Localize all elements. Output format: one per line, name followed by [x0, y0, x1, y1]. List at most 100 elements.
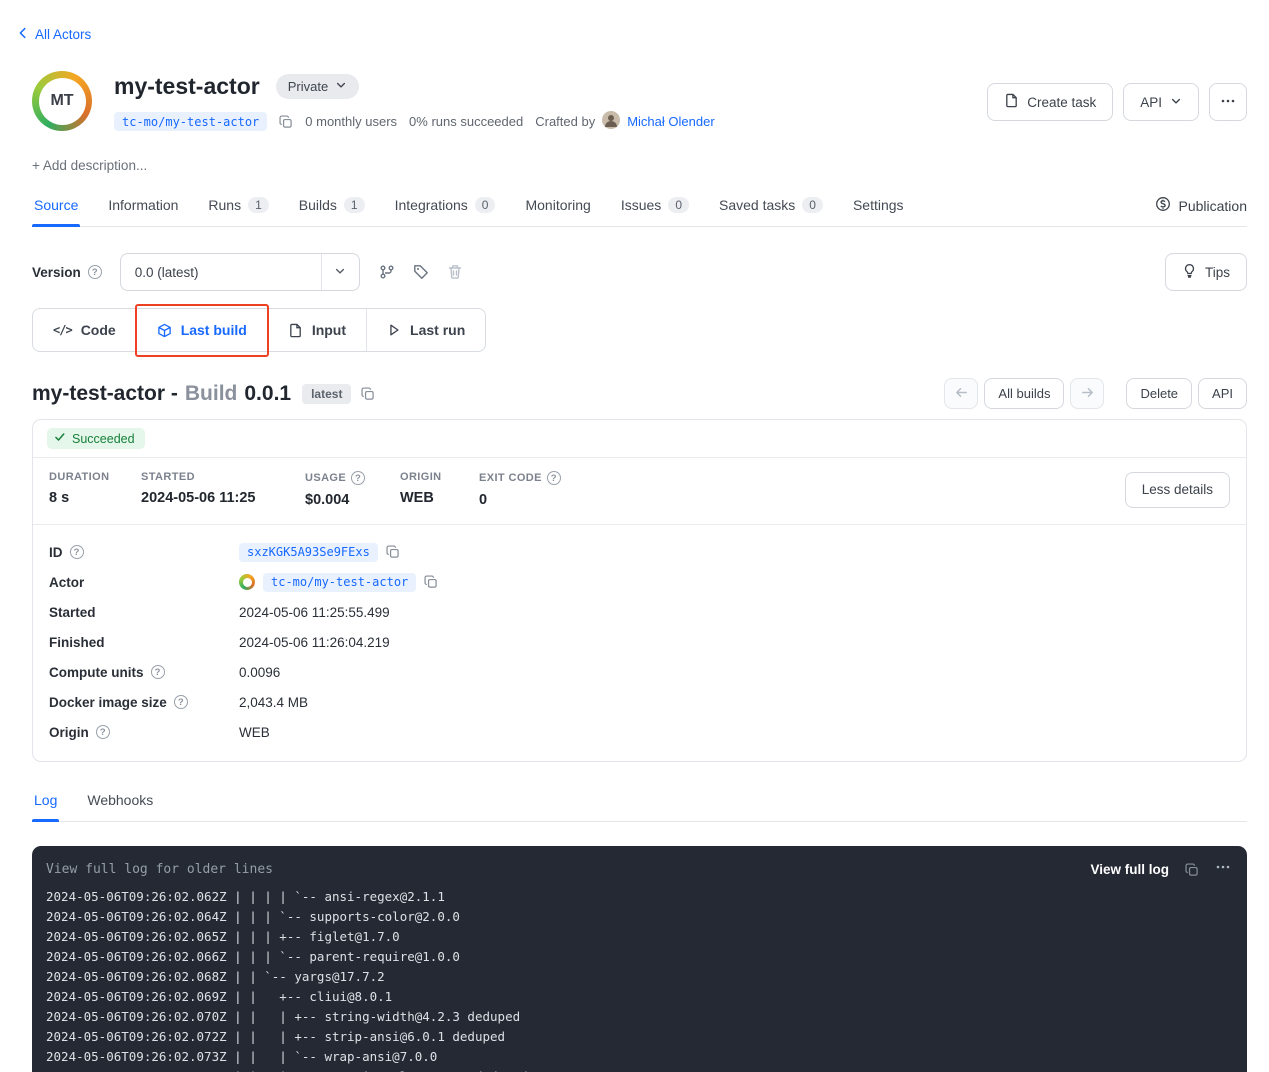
- tab-webhooks[interactable]: Webhooks: [85, 784, 155, 821]
- view-tab-code[interactable]: </> Code: [33, 309, 136, 351]
- more-actions-button[interactable]: [1209, 83, 1247, 121]
- tab-label: Integrations: [395, 197, 468, 213]
- tab-builds[interactable]: Builds1: [297, 189, 367, 226]
- detail-row-finished: Finished2024-05-06 11:26:04.219: [49, 627, 1230, 657]
- log-tab-bar: Log Webhooks: [32, 784, 1247, 822]
- tab-source[interactable]: Source: [32, 189, 80, 226]
- stat-value: 2024-05-06 11:25: [141, 490, 305, 506]
- copy-icon[interactable]: [361, 387, 375, 401]
- view-tab-last-build[interactable]: Last build: [136, 309, 267, 351]
- actor-path-badge[interactable]: tc-mo/my-test-actor: [114, 112, 267, 131]
- id-badge[interactable]: sxzKGK5A93Se9FExs: [239, 543, 378, 562]
- stat-exit-code: EXIT CODE?0: [479, 471, 569, 508]
- delete-build-button[interactable]: Delete: [1126, 378, 1192, 409]
- help-icon[interactable]: ?: [70, 545, 84, 559]
- tab-issues[interactable]: Issues0: [619, 189, 691, 226]
- log-line: 2024-05-06T09:26:02.064Z | | | `-- suppo…: [46, 907, 1231, 927]
- tab-settings[interactable]: Settings: [851, 189, 906, 226]
- tab-integrations[interactable]: Integrations0: [393, 189, 498, 226]
- tab-count-badge: 1: [344, 197, 365, 213]
- help-icon[interactable]: ?: [547, 471, 561, 485]
- cube-icon: [157, 323, 172, 338]
- version-label: Version ?: [32, 265, 102, 280]
- branch-icon[interactable]: [370, 255, 404, 289]
- detail-row-compute-units: Compute units?0.0096: [49, 657, 1230, 687]
- log-line: 2024-05-06T09:26:02.070Z | | | +-- strin…: [46, 1007, 1231, 1027]
- stat-label-text: EXIT CODE: [479, 472, 542, 484]
- api-dropdown-button[interactable]: API: [1123, 83, 1199, 121]
- help-icon[interactable]: ?: [96, 725, 110, 739]
- build-title-actor: my-test-actor -: [32, 382, 178, 406]
- stat-label-text: ORIGIN: [400, 471, 442, 483]
- help-icon[interactable]: ?: [151, 665, 165, 679]
- view-tab-input[interactable]: Input: [267, 309, 366, 351]
- tab-label: Issues: [621, 197, 661, 213]
- copy-icon[interactable]: [424, 575, 438, 589]
- previous-build-button[interactable]: [944, 378, 978, 409]
- log-line: 2024-05-06T09:26:02.073Z | | | `-- wrap-…: [46, 1047, 1231, 1067]
- actor-link-badge[interactable]: tc-mo/my-test-actor: [263, 573, 416, 592]
- author-avatar: [602, 111, 620, 132]
- stats-row-cols: DURATION8 sSTARTED2024-05-06 11:25USAGE?…: [49, 471, 569, 508]
- help-icon[interactable]: ?: [88, 265, 102, 279]
- add-description-link[interactable]: + Add description...: [32, 158, 1247, 173]
- breadcrumb[interactable]: All Actors: [16, 26, 91, 43]
- version-select-value: 0.0 (latest): [121, 265, 321, 280]
- log-line: 2024-05-06T09:26:02.062Z | | | | `-- ans…: [46, 887, 1231, 907]
- copy-icon[interactable]: [386, 545, 400, 559]
- create-task-button[interactable]: Create task: [987, 83, 1113, 121]
- view-tab-label: Input: [312, 322, 346, 338]
- play-icon: [387, 323, 401, 337]
- detail-row-docker-image-size: Docker image size?2,043.4 MB: [49, 687, 1230, 717]
- author-link[interactable]: Michał Olender: [627, 114, 714, 129]
- trash-icon[interactable]: [438, 255, 472, 289]
- tab-monitoring[interactable]: Monitoring: [523, 189, 592, 226]
- build-api-button[interactable]: API: [1198, 378, 1247, 409]
- bulb-icon: [1182, 263, 1197, 281]
- tab-information[interactable]: Information: [106, 189, 180, 226]
- actor-detail-page: All Actors MT my-test-actor Private tc-m…: [0, 0, 1269, 1072]
- all-builds-button[interactable]: All builds: [984, 378, 1064, 409]
- copy-icon[interactable]: [279, 115, 293, 129]
- publication-link[interactable]: Publication: [1155, 196, 1248, 226]
- help-icon[interactable]: ?: [174, 695, 188, 709]
- visibility-dropdown[interactable]: Private: [276, 74, 359, 99]
- ellipsis-icon[interactable]: [1215, 859, 1231, 880]
- version-select[interactable]: 0.0 (latest): [120, 253, 360, 291]
- detail-value-text: 2024-05-06 11:26:04.219: [239, 635, 390, 650]
- tab-runs[interactable]: Runs1: [206, 189, 270, 226]
- detail-label: ID?: [49, 545, 239, 560]
- tab-saved-tasks[interactable]: Saved tasks0: [717, 189, 825, 226]
- view-older-lines-link[interactable]: View full log for older lines: [46, 862, 273, 877]
- tab-log[interactable]: Log: [32, 784, 59, 821]
- view-tab-label: Code: [81, 322, 116, 338]
- stat-label: EXIT CODE?: [479, 471, 569, 485]
- less-details-button[interactable]: Less details: [1125, 472, 1230, 508]
- view-tab-last-run[interactable]: Last run: [366, 309, 485, 351]
- tab-label: Monitoring: [525, 197, 590, 213]
- detail-value: WEB: [239, 725, 270, 740]
- copy-icon[interactable]: [1185, 863, 1199, 877]
- detail-label-text: Compute units: [49, 665, 144, 680]
- stat-value: 8 s: [49, 490, 141, 506]
- detail-label: Started: [49, 605, 239, 620]
- detail-label: Actor: [49, 575, 239, 590]
- log-line: 2024-05-06T09:26:02.072Z | | | +-- strip…: [46, 1027, 1231, 1047]
- detail-row-started: Started2024-05-06 11:25:55.499: [49, 597, 1230, 627]
- runs-succeeded-stat: 0% runs succeeded: [409, 114, 523, 129]
- build-title-kind: Build: [185, 382, 238, 406]
- tips-button[interactable]: Tips: [1165, 253, 1247, 291]
- detail-label-text: Origin: [49, 725, 89, 740]
- view-full-log-button[interactable]: View full log: [1090, 862, 1169, 877]
- console-lines[interactable]: 2024-05-06T09:26:02.062Z | | | | `-- ans…: [46, 887, 1231, 1072]
- next-build-button[interactable]: [1070, 378, 1104, 409]
- tag-icon[interactable]: [404, 255, 438, 289]
- help-icon[interactable]: ?: [351, 471, 365, 485]
- chevron-down-icon: [335, 79, 347, 94]
- log-line: 2024-05-06T09:26:02.068Z | | `-- yargs@1…: [46, 967, 1231, 987]
- detail-value: sxzKGK5A93Se9FExs: [239, 543, 400, 562]
- arrow-left-icon: [954, 385, 969, 403]
- code-icon: </>: [53, 323, 72, 337]
- actor-avatar: MT: [32, 71, 92, 131]
- view-tab-label: Last run: [410, 322, 465, 338]
